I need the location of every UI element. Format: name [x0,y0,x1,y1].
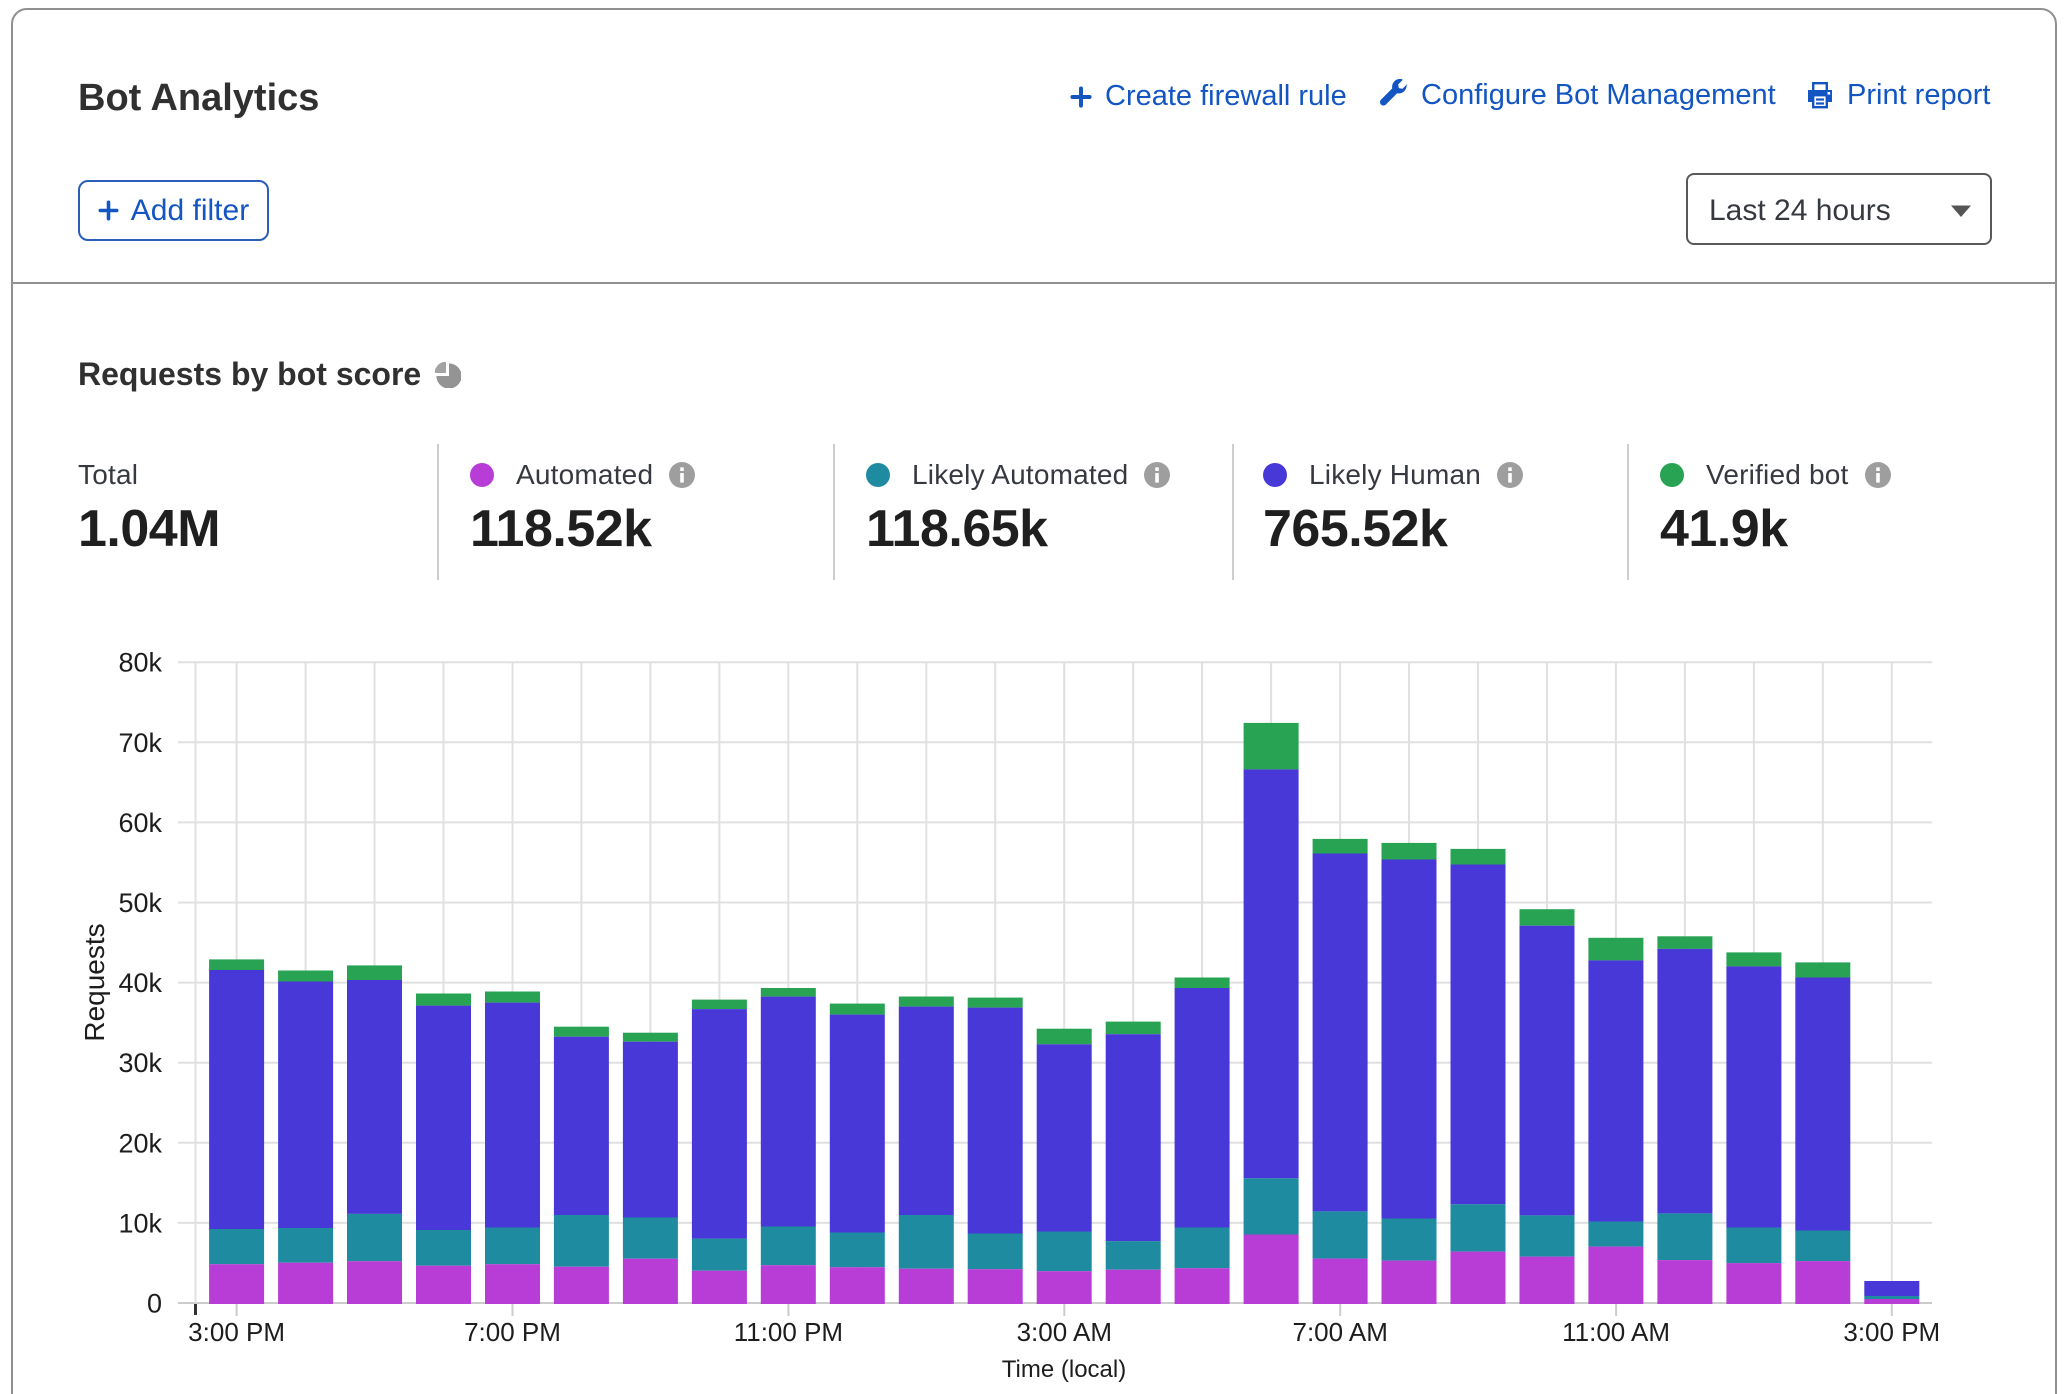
svg-text:40k: 40k [118,968,162,998]
svg-text:70k: 70k [118,728,162,758]
svg-text:60k: 60k [118,808,162,838]
svg-text:50k: 50k [118,888,162,918]
svg-text:Requests: Requests [79,923,110,1041]
svg-text:3:00 PM: 3:00 PM [1843,1317,1940,1347]
svg-text:30k: 30k [118,1048,162,1078]
svg-text:80k: 80k [118,648,162,678]
svg-text:7:00 AM: 7:00 AM [1292,1317,1387,1347]
svg-text:20k: 20k [118,1128,162,1158]
svg-text:3:00 AM: 3:00 AM [1017,1317,1112,1347]
svg-text:10k: 10k [118,1208,162,1238]
svg-text:7:00 PM: 7:00 PM [464,1317,561,1347]
svg-text:11:00 AM: 11:00 AM [1562,1317,1670,1347]
svg-text:Time (local): Time (local) [1002,1356,1126,1383]
svg-text:11:00 PM: 11:00 PM [734,1317,843,1347]
svg-text:0: 0 [147,1289,162,1319]
svg-text:3:00 PM: 3:00 PM [188,1317,285,1347]
